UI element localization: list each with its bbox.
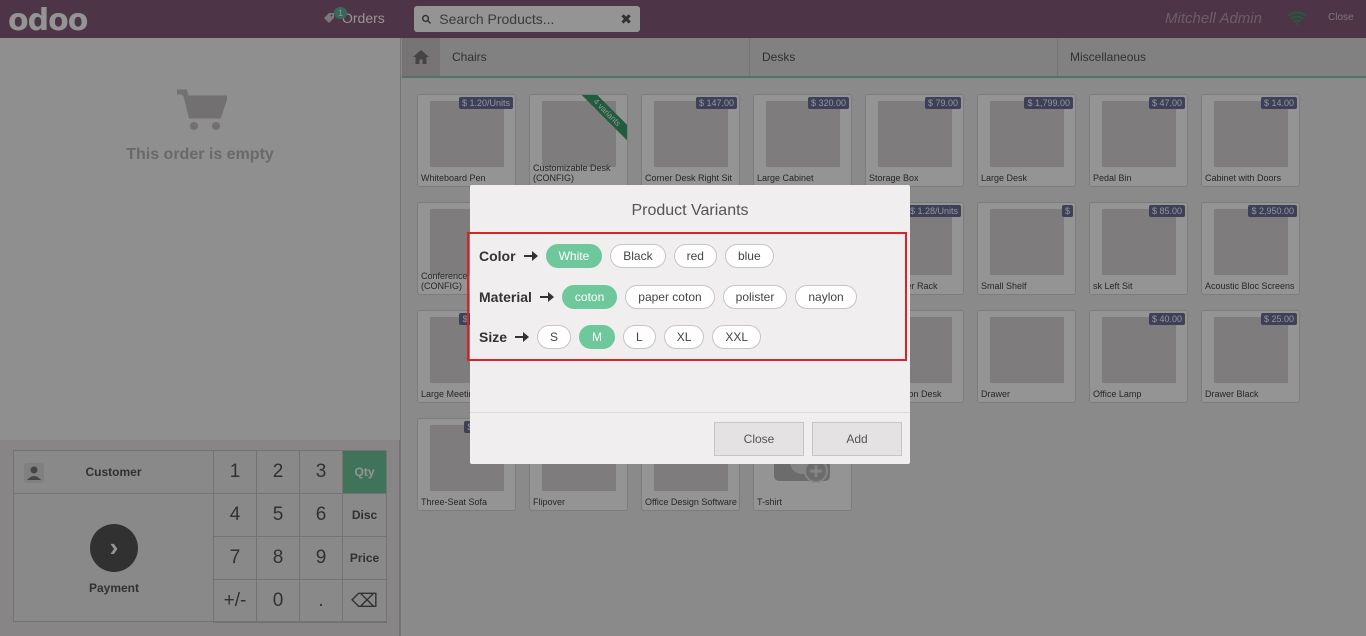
product-variants-dialog: Product Variants Color White Black red b…	[467, 185, 910, 464]
attribute-label: Color	[479, 248, 516, 264]
close-button[interactable]: Close	[714, 422, 804, 456]
value-xl[interactable]: XL	[663, 325, 705, 349]
value-white[interactable]: White	[545, 244, 603, 268]
dialog-footer: Close Add	[470, 412, 910, 464]
attribute-label: Material	[479, 289, 532, 305]
attribute-label: Size	[479, 329, 508, 345]
value-naylon[interactable]: naylon	[795, 285, 857, 309]
variants-highlight-box: Color White Black red blue Material coto…	[467, 232, 907, 361]
value-red[interactable]: red	[673, 244, 717, 268]
arrow-right-icon	[515, 332, 530, 342]
arrow-right-icon	[523, 251, 538, 261]
attribute-row-size: Size S M L XL XXL	[479, 325, 769, 349]
value-blue[interactable]: blue	[724, 244, 774, 268]
add-button[interactable]: Add	[812, 422, 902, 456]
attribute-row-color: Color White Black red blue	[479, 244, 782, 268]
value-m[interactable]: M	[579, 325, 616, 349]
value-paper-coton[interactable]: paper coton	[625, 285, 715, 309]
attribute-row-material: Material coton paper coton polister nayl…	[479, 285, 865, 309]
value-xxl[interactable]: XXL	[712, 325, 762, 349]
arrow-right-icon	[539, 292, 554, 302]
value-l[interactable]: L	[623, 325, 656, 349]
value-black[interactable]: Black	[610, 244, 666, 268]
value-s[interactable]: S	[537, 325, 572, 349]
value-coton[interactable]: coton	[561, 285, 618, 309]
dialog-title: Product Variants	[631, 202, 749, 219]
value-polister[interactable]: polister	[722, 285, 788, 309]
